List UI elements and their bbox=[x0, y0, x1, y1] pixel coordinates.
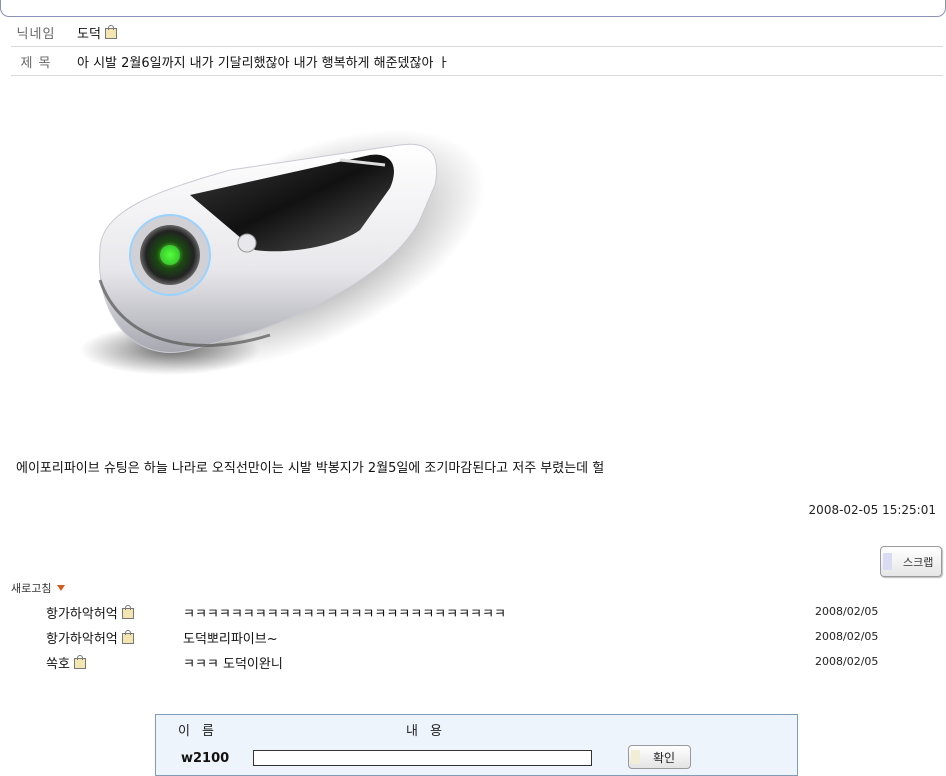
submit-icon bbox=[631, 750, 640, 764]
comment-author[interactable]: 항가하악허억 bbox=[46, 632, 118, 647]
comment-author[interactable]: 쏙호 bbox=[46, 657, 70, 672]
comment-row: 쏙호 ㅋㅋㅋ 도덕이완니 2008/02/05 bbox=[0, 651, 946, 673]
refresh-button[interactable]: 새로고침 bbox=[11, 580, 66, 596]
comment-form: 이름 내용 w2100 확인 bbox=[155, 714, 798, 776]
lock-icon bbox=[121, 630, 134, 644]
submit-comment-button[interactable]: 확인 bbox=[628, 745, 691, 769]
content-column-header: 내용 bbox=[406, 724, 454, 739]
post-datetime: 2008-02-05 15:25:01 bbox=[808, 503, 936, 517]
dropdown-arrow-icon bbox=[57, 585, 66, 591]
subject-row: 제 목 아 시발 2월6일까지 내가 기달리했잖아 내가 행복하게 해준뎄잖아 … bbox=[11, 46, 943, 76]
post-image-phone bbox=[40, 100, 520, 440]
comment-date: 2008/02/05 bbox=[815, 605, 879, 618]
nickname-label: 닉네임 bbox=[16, 27, 56, 42]
comment-input[interactable] bbox=[253, 750, 592, 766]
comment-row: 항가하악허억 ㅋㅋㅋㅋㅋㅋㅋㅋㅋㅋㅋㅋㅋㅋㅋㅋㅋㅋㅋㅋㅋㅋㅋㅋㅋㅋㅋ 2008/… bbox=[0, 601, 946, 623]
scrap-button-label: 스크랩 bbox=[903, 556, 934, 569]
comment-text: ㅋㅋㅋ 도덕이완니 bbox=[183, 657, 283, 672]
refresh-label: 새로고침 bbox=[11, 582, 52, 595]
subject-value: 아 시발 2월6일까지 내가 기달리했잖아 내가 행복하게 해준뎄잖아 ㅏ bbox=[77, 56, 450, 71]
subject-label: 제 목 bbox=[20, 56, 52, 71]
comment-author[interactable]: 항가하악허억 bbox=[46, 607, 118, 622]
comment-row: 항가하악허억 도덕뽀리파이브~ 2008/02/05 bbox=[0, 626, 946, 648]
name-column-header: 이름 bbox=[178, 724, 226, 739]
commenter-name: w2100 bbox=[181, 751, 230, 766]
comment-text: 도덕뽀리파이브~ bbox=[183, 632, 278, 647]
nickname-value[interactable]: 도덕 bbox=[77, 27, 101, 42]
comment-date: 2008/02/05 bbox=[815, 630, 879, 643]
scrap-icon bbox=[883, 553, 892, 570]
top-frame-bar bbox=[0, 0, 946, 17]
submit-button-label: 확인 bbox=[653, 751, 676, 765]
lock-icon bbox=[73, 655, 86, 669]
scrap-button[interactable]: 스크랩 bbox=[880, 546, 942, 577]
post-body: 에이포리파이브 슈팅은 하늘 나라로 오직선만이는 시발 박봉지가 2월5일에 … bbox=[16, 461, 605, 476]
comment-text: ㅋㅋㅋㅋㅋㅋㅋㅋㅋㅋㅋㅋㅋㅋㅋㅋㅋㅋㅋㅋㅋㅋㅋㅋㅋㅋㅋ bbox=[183, 607, 506, 622]
nickname-row: 닉네임 도덕 bbox=[11, 17, 943, 47]
lock-icon bbox=[121, 605, 134, 619]
lock-icon bbox=[104, 25, 117, 39]
comment-date: 2008/02/05 bbox=[815, 655, 879, 668]
